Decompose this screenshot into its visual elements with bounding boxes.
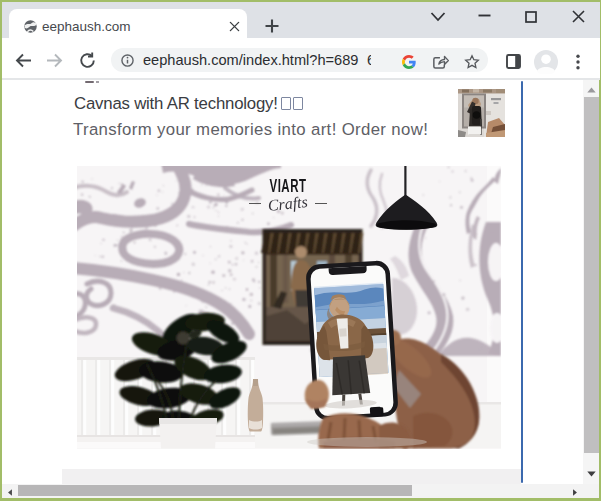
svg-text:VIART: VIART bbox=[269, 175, 306, 195]
